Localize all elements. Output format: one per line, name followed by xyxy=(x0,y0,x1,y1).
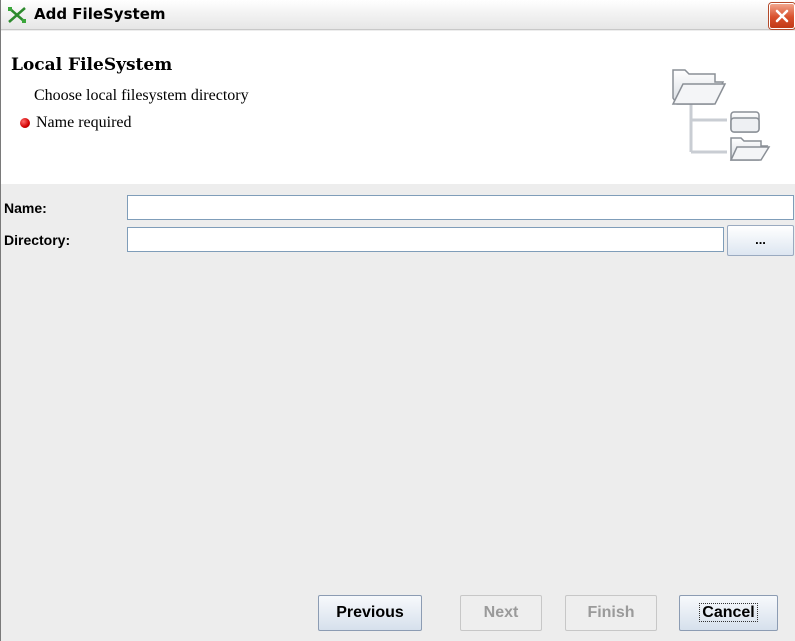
directory-field[interactable] xyxy=(127,227,724,252)
finish-button[interactable]: Finish xyxy=(565,595,657,631)
cancel-button-label: Cancel xyxy=(699,603,758,622)
header-subtitle: Choose local filesystem directory xyxy=(34,87,249,104)
header-title: Local FileSystem xyxy=(11,55,173,75)
folder-tree-icon xyxy=(669,40,779,165)
title-bar[interactable]: Add FileSystem xyxy=(1,0,795,30)
directory-label: Directory: xyxy=(4,232,71,248)
previous-button[interactable]: Previous xyxy=(318,595,422,631)
status-text: Name required xyxy=(36,114,132,131)
browse-button[interactable]: ... xyxy=(727,225,794,256)
error-icon xyxy=(20,118,30,128)
next-button[interactable]: Next xyxy=(460,595,542,631)
add-filesystem-dialog: Add FileSystem Local FileSystem Choose l… xyxy=(0,0,795,641)
finish-button-label: Finish xyxy=(587,604,635,621)
previous-button-label: Previous xyxy=(336,604,404,621)
cancel-button[interactable]: Cancel xyxy=(679,595,778,631)
name-label: Name: xyxy=(4,200,47,216)
name-field[interactable] xyxy=(127,195,794,220)
validation-status: Name required xyxy=(20,114,132,132)
next-button-label: Next xyxy=(483,604,519,621)
app-icon xyxy=(7,6,27,24)
window-title: Add FileSystem xyxy=(34,5,166,23)
close-button[interactable] xyxy=(769,3,795,29)
